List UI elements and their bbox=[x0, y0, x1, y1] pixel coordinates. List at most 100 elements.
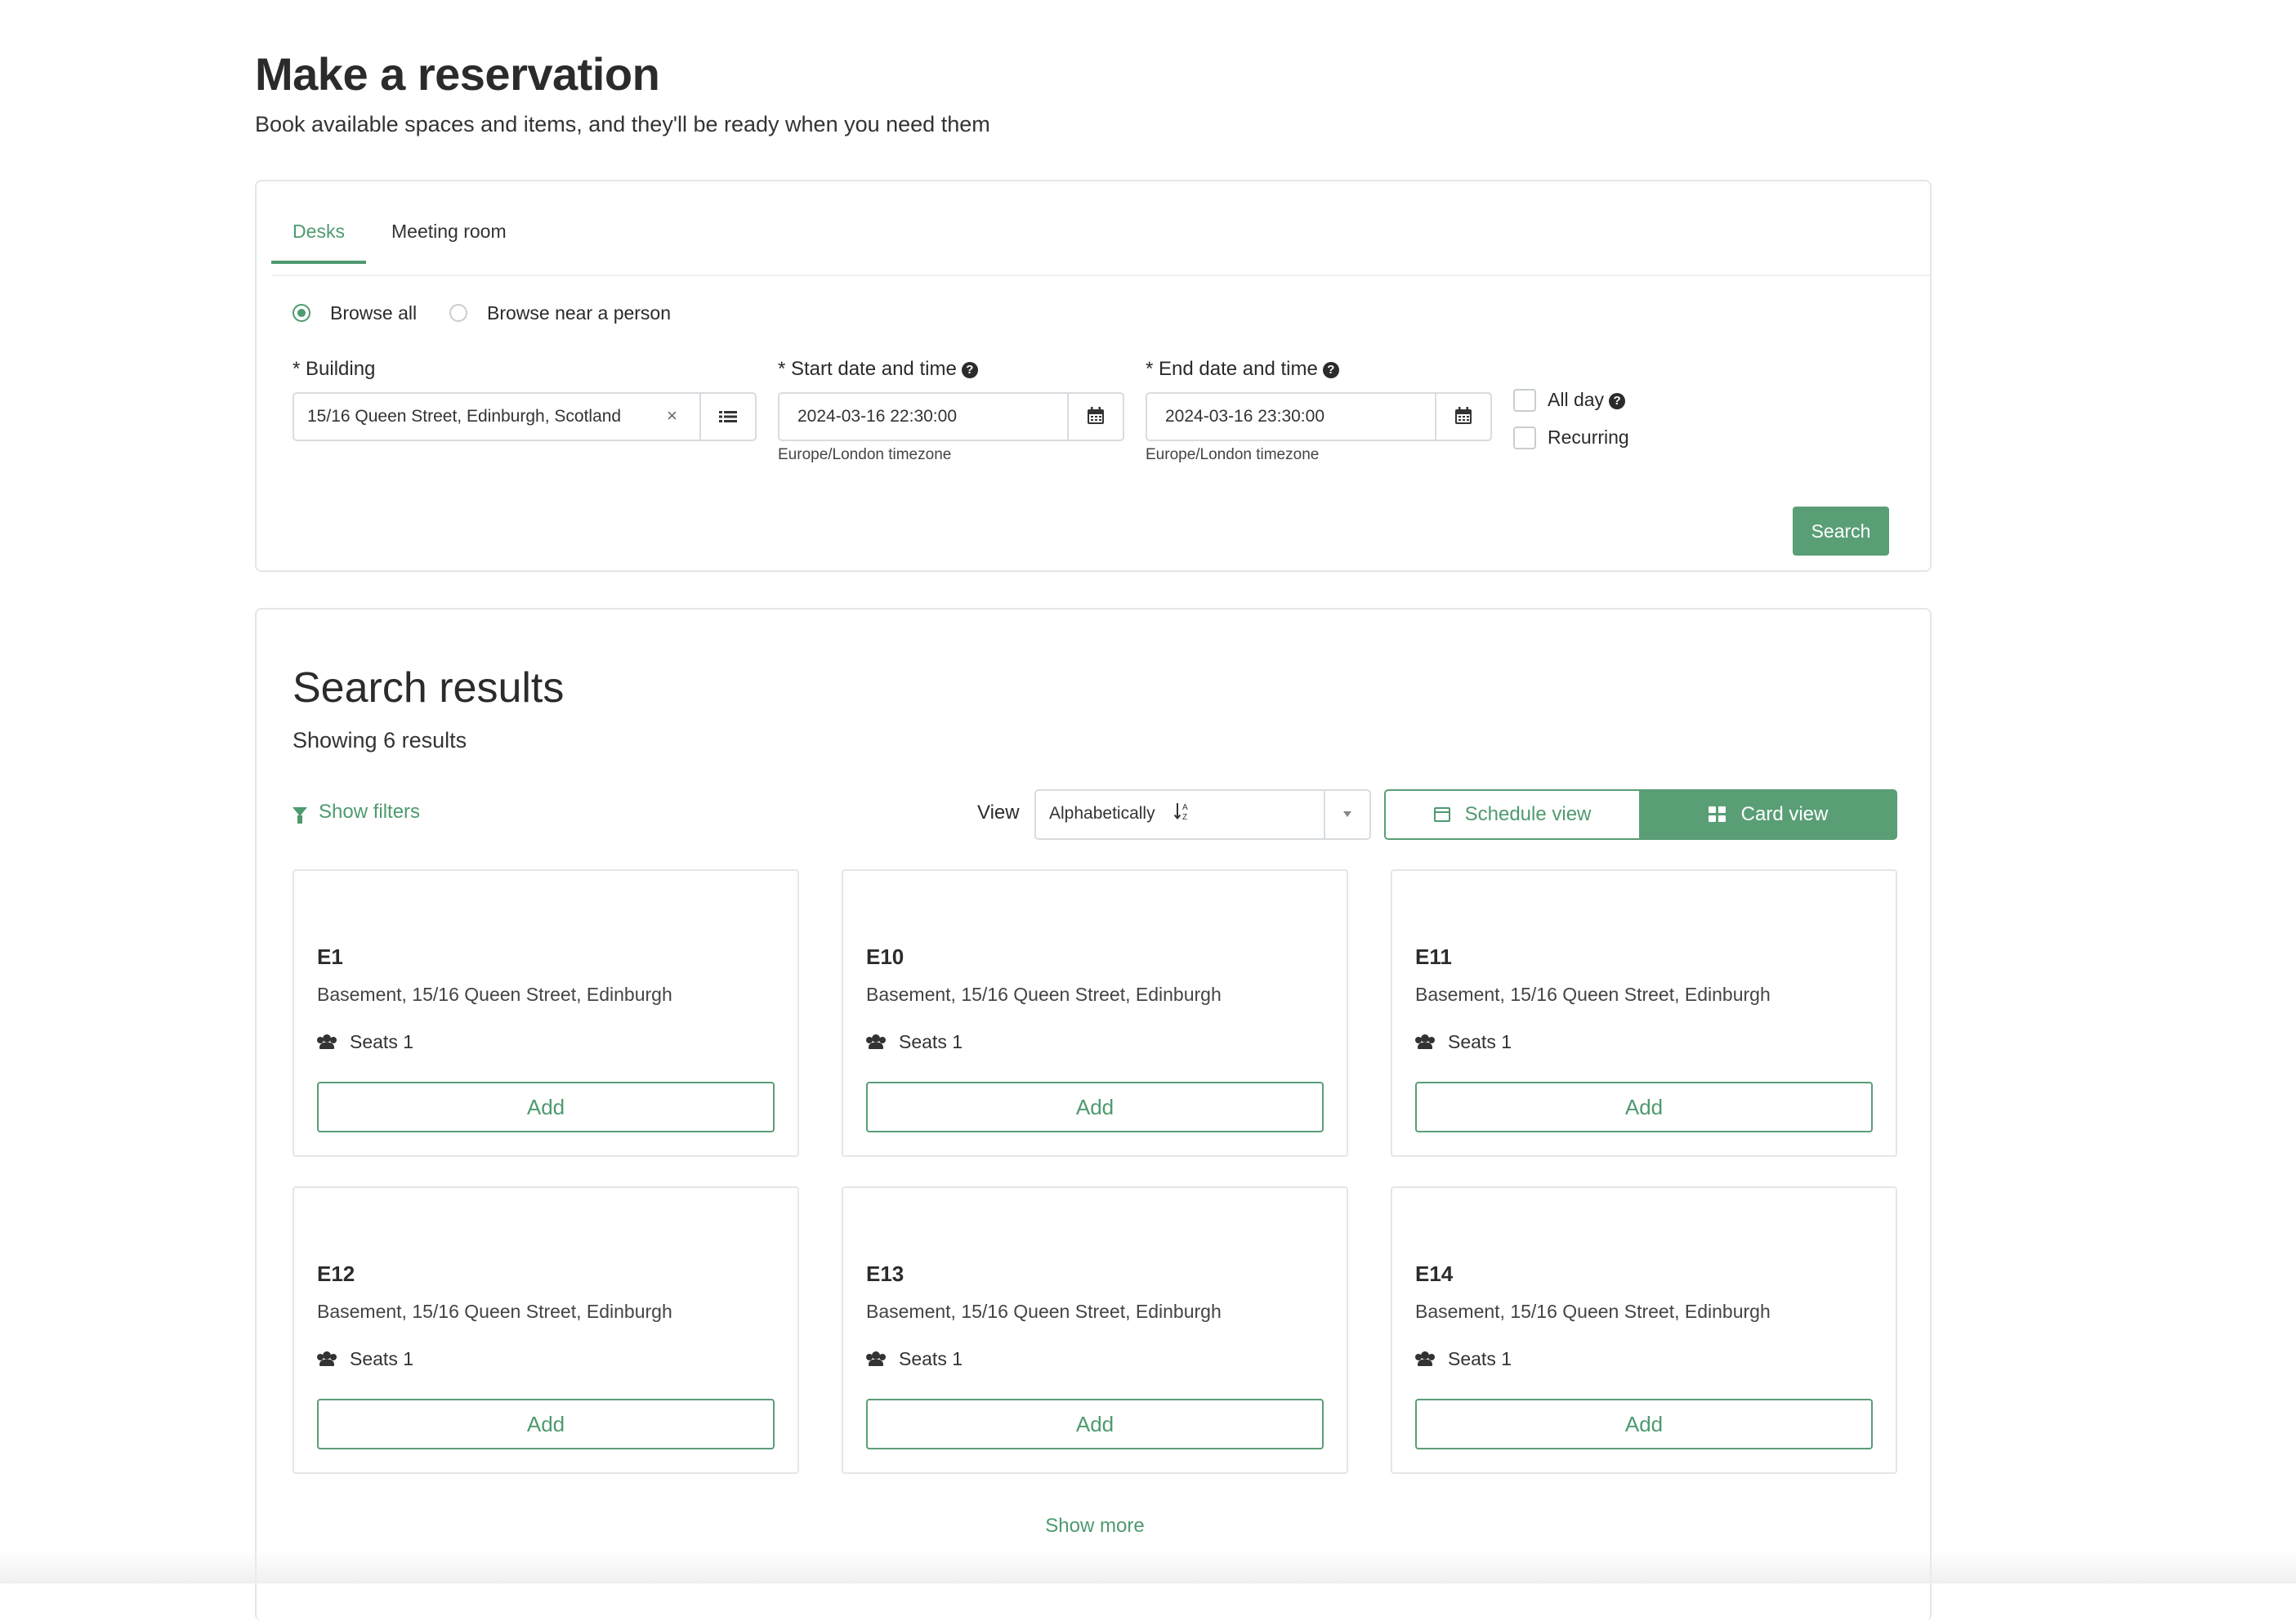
card-seats-text: Seats 1 bbox=[1448, 1031, 1512, 1052]
card-location: Basement, 15/16 Queen Street, Edinburgh bbox=[866, 984, 1222, 1005]
start-date-calendar-button[interactable] bbox=[1067, 394, 1123, 440]
start-date-label-text: * Start date and time bbox=[778, 358, 957, 380]
start-date-value: 2024-03-16 22:30:00 bbox=[797, 407, 957, 426]
users-icon bbox=[1415, 1034, 1435, 1049]
all-day-label[interactable]: All day? bbox=[1548, 389, 1626, 411]
grid-icon bbox=[1708, 806, 1726, 823]
card-name: E13 bbox=[866, 1262, 905, 1286]
card-seats: Seats 1 bbox=[1415, 1031, 1512, 1053]
card-seats-text: Seats 1 bbox=[899, 1348, 963, 1369]
svg-text:A: A bbox=[1182, 803, 1188, 812]
schedule-view-button[interactable]: Schedule view bbox=[1384, 789, 1641, 840]
end-date-label-text: * End date and time bbox=[1146, 358, 1318, 380]
browse-near-person-label[interactable]: Browse near a person bbox=[487, 302, 671, 324]
tab-meeting-room[interactable]: Meeting room bbox=[391, 221, 507, 261]
calendar-icon bbox=[1433, 807, 1450, 822]
end-date-value: 2024-03-16 23:30:00 bbox=[1165, 407, 1324, 426]
card-name: E10 bbox=[866, 944, 905, 969]
end-timezone-note: Europe/London timezone bbox=[1146, 446, 1320, 463]
users-icon bbox=[1415, 1351, 1435, 1366]
card-seats-text: Seats 1 bbox=[350, 1031, 413, 1052]
card-location: Basement, 15/16 Queen Street, Edinburgh bbox=[1415, 984, 1771, 1005]
all-day-label-text: All day bbox=[1548, 389, 1605, 410]
start-timezone-note: Europe/London timezone bbox=[778, 446, 952, 463]
card-name: E14 bbox=[1415, 1262, 1454, 1286]
add-button[interactable]: Add bbox=[1415, 1082, 1873, 1132]
card-name: E1 bbox=[317, 944, 343, 969]
results-panel: Search results Showing 6 results Show fi… bbox=[255, 608, 1932, 1621]
view-label: View bbox=[977, 802, 1020, 824]
start-date-label: * Start date and time? bbox=[778, 358, 978, 381]
schedule-view-label: Schedule view bbox=[1464, 803, 1592, 825]
calendar-icon bbox=[1455, 407, 1472, 424]
help-icon[interactable]: ? bbox=[1322, 362, 1339, 378]
card-name: E11 bbox=[1415, 944, 1452, 969]
browse-all-radio[interactable] bbox=[293, 304, 310, 322]
card-location: Basement, 15/16 Queen Street, Edinburgh bbox=[317, 984, 672, 1005]
start-date-input[interactable]: 2024-03-16 22:30:00 bbox=[778, 392, 1124, 441]
browse-near-person-radio[interactable] bbox=[449, 304, 467, 322]
recurring-checkbox[interactable] bbox=[1513, 426, 1536, 449]
sort-alpha-icon: AZ bbox=[1173, 801, 1193, 827]
card-view-label: Card view bbox=[1740, 803, 1829, 825]
card-seats: Seats 1 bbox=[866, 1348, 963, 1370]
browse-all-label[interactable]: Browse all bbox=[330, 302, 417, 324]
bottom-fade bbox=[0, 1551, 2296, 1583]
card-name: E12 bbox=[317, 1262, 355, 1286]
chevron-down-icon[interactable] bbox=[1324, 791, 1369, 838]
card-seats-text: Seats 1 bbox=[899, 1031, 963, 1052]
card-seats-text: Seats 1 bbox=[1448, 1348, 1512, 1369]
add-button[interactable]: Add bbox=[1415, 1399, 1873, 1449]
results-title: Search results bbox=[293, 664, 565, 712]
resource-card: E1 Basement, 15/16 Queen Street, Edinbur… bbox=[293, 869, 799, 1157]
resource-tabs: Desks Meeting room bbox=[271, 208, 1930, 276]
add-button[interactable]: Add bbox=[317, 1399, 775, 1449]
building-label: * Building bbox=[293, 358, 376, 380]
help-icon[interactable]: ? bbox=[1609, 393, 1626, 409]
resource-card: E12 Basement, 15/16 Queen Street, Edinbu… bbox=[293, 1186, 799, 1474]
show-more-link[interactable]: Show more bbox=[257, 1515, 1933, 1538]
list-icon bbox=[719, 411, 737, 422]
card-seats: Seats 1 bbox=[866, 1031, 963, 1053]
page-subtitle: Book available spaces and items, and the… bbox=[255, 112, 990, 136]
clear-icon[interactable]: × bbox=[667, 405, 677, 426]
users-icon bbox=[317, 1351, 337, 1366]
card-location: Basement, 15/16 Queen Street, Edinburgh bbox=[317, 1301, 672, 1322]
card-seats: Seats 1 bbox=[317, 1031, 413, 1053]
card-location: Basement, 15/16 Queen Street, Edinburgh bbox=[1415, 1301, 1771, 1322]
search-button[interactable]: Search bbox=[1793, 507, 1889, 556]
card-location: Basement, 15/16 Queen Street, Edinburgh bbox=[866, 1301, 1222, 1322]
svg-text:Z: Z bbox=[1182, 813, 1187, 822]
show-filters-link[interactable]: Show filters bbox=[293, 801, 420, 824]
card-seats: Seats 1 bbox=[1415, 1348, 1512, 1370]
card-view-button[interactable]: Card view bbox=[1639, 789, 1897, 840]
end-date-input[interactable]: 2024-03-16 23:30:00 bbox=[1146, 392, 1492, 441]
all-day-checkbox[interactable] bbox=[1513, 389, 1536, 412]
users-icon bbox=[317, 1034, 337, 1049]
building-select[interactable]: 15/16 Queen Street, Edinburgh, Scotland … bbox=[293, 392, 757, 441]
resource-card: E13 Basement, 15/16 Queen Street, Edinbu… bbox=[842, 1186, 1348, 1474]
end-date-label: * End date and time? bbox=[1146, 358, 1339, 381]
filter-icon bbox=[293, 807, 307, 824]
show-filters-label: Show filters bbox=[319, 801, 421, 823]
results-count: Showing 6 results bbox=[293, 728, 467, 752]
add-button[interactable]: Add bbox=[866, 1399, 1324, 1449]
building-list-button[interactable] bbox=[699, 394, 755, 440]
page-title: Make a reservation bbox=[255, 48, 660, 100]
resource-card: E10 Basement, 15/16 Queen Street, Edinbu… bbox=[842, 869, 1348, 1157]
card-seats: Seats 1 bbox=[317, 1348, 413, 1370]
users-icon bbox=[866, 1351, 886, 1366]
recurring-label[interactable]: Recurring bbox=[1548, 426, 1629, 449]
tab-desks[interactable]: Desks bbox=[271, 221, 366, 264]
resource-card: E14 Basement, 15/16 Queen Street, Edinbu… bbox=[1391, 1186, 1897, 1474]
resource-card: E11 Basement, 15/16 Queen Street, Edinbu… bbox=[1391, 869, 1897, 1157]
card-seats-text: Seats 1 bbox=[350, 1348, 413, 1369]
booking-panel: Desks Meeting room Browse all Browse nea… bbox=[255, 180, 1932, 572]
add-button[interactable]: Add bbox=[317, 1082, 775, 1132]
users-icon bbox=[866, 1034, 886, 1049]
sort-select[interactable]: Alphabetically AZ bbox=[1034, 789, 1371, 840]
calendar-icon bbox=[1088, 407, 1104, 424]
help-icon[interactable]: ? bbox=[961, 362, 978, 378]
add-button[interactable]: Add bbox=[866, 1082, 1324, 1132]
end-date-calendar-button[interactable] bbox=[1435, 394, 1490, 440]
